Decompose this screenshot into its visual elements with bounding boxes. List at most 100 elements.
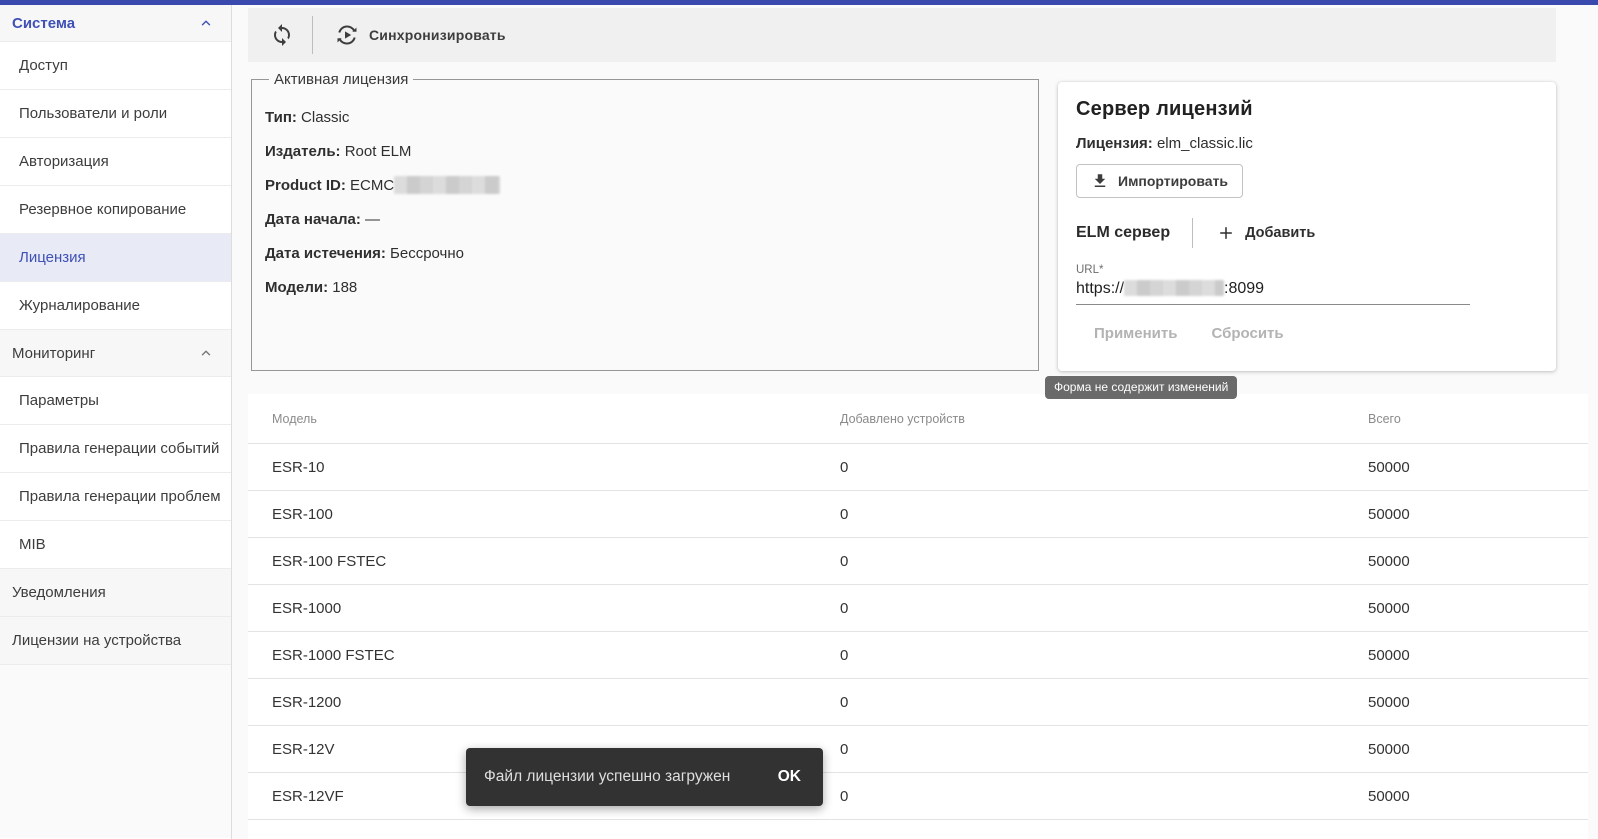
cell-model: ESR-1200: [248, 694, 840, 711]
sidebar-item-label: MIB: [19, 536, 46, 553]
url-input-label: URL*: [1076, 264, 1470, 276]
snackbar-message: Файл лицензии успешно загружен: [484, 768, 730, 786]
sidebar-item-notifications[interactable]: Уведомления: [0, 569, 231, 617]
redacted-product-id: [394, 176, 500, 194]
license-server-card: Сервер лицензий Лицензия: elm_classic.li…: [1058, 82, 1556, 371]
toolbar-divider: [312, 16, 313, 54]
cell-total: 50000: [1368, 741, 1588, 758]
synchronize-label: Синхронизировать: [369, 27, 506, 43]
synchronize-button[interactable]: Синхронизировать: [335, 23, 506, 47]
table-row: ESR-10 0 50000: [248, 444, 1588, 491]
cell-added: 0: [840, 647, 1368, 664]
sync-play-icon: [335, 23, 359, 47]
license-field-publisher: Издатель: Root ELM: [265, 142, 1038, 162]
cell-added: 0: [840, 741, 1368, 758]
cell-total: 50000: [1368, 600, 1588, 617]
sidebar-item-label: Резервное копирование: [19, 201, 186, 218]
table-row: ESR-100 0 50000: [248, 491, 1588, 538]
import-button[interactable]: Импортировать: [1076, 164, 1243, 198]
sidebar-item-label: Уведомления: [12, 584, 106, 601]
sidebar-group-label: Система: [12, 15, 75, 32]
cell-model: ESR-1000: [248, 600, 840, 617]
cell-total: 50000: [1368, 553, 1588, 570]
apply-button[interactable]: Применить: [1086, 319, 1185, 348]
sidebar-item-label: Пользователи и роли: [19, 105, 167, 122]
refresh-icon: [270, 23, 294, 47]
table-row: ESR-100 FSTEC 0 50000: [248, 538, 1588, 585]
elm-divider: [1192, 218, 1193, 248]
license-field-product-id: Product ID: ECMC: [265, 176, 1038, 196]
sidebar-item-access[interactable]: Доступ: [0, 42, 231, 90]
snackbar: Файл лицензии успешно загружен OK: [466, 748, 823, 806]
sidebar-group-monitoring[interactable]: Мониторинг: [0, 330, 231, 377]
cell-model: ESR-100: [248, 506, 840, 523]
table-row: ESR-1000 FSTEC 0 50000: [248, 632, 1588, 679]
sidebar-item-label: Доступ: [19, 57, 68, 74]
active-license-panel: Активная лицензия Тип: Classic Издатель:…: [251, 71, 1039, 371]
elm-server-row: ELM сервер Добавить: [1076, 218, 1538, 248]
snackbar-ok-button[interactable]: OK: [776, 764, 803, 790]
sidebar-item-label: Правила генерации событий: [19, 440, 219, 457]
url-input-value: https://:8099: [1076, 280, 1470, 298]
license-field-models: Модели: 188: [265, 278, 1038, 298]
sidebar-filler: [0, 665, 231, 838]
redacted-url-host: [1124, 280, 1224, 296]
table-header-row: Модель Добавлено устройств Всего: [248, 394, 1588, 444]
sidebar-item-label: Авторизация: [19, 153, 109, 170]
column-header-model: Модель: [248, 412, 840, 426]
form-tooltip: Форма не содержит изменений: [1045, 376, 1237, 399]
license-field-expiry-date: Дата истечения: Бессрочно: [265, 244, 1038, 264]
sidebar-item-users-roles[interactable]: Пользователи и роли: [0, 90, 231, 138]
import-button-label: Импортировать: [1118, 173, 1228, 189]
toolbar: Синхронизировать: [248, 8, 1556, 62]
sidebar-item-logging[interactable]: Журналирование: [0, 282, 231, 330]
add-server-button[interactable]: Добавить: [1217, 224, 1315, 242]
sidebar-item-label: Параметры: [19, 392, 99, 409]
column-header-added: Добавлено устройств: [840, 412, 1368, 426]
sidebar-group-system[interactable]: Система: [0, 5, 231, 42]
sidebar-item-authorization[interactable]: Авторизация: [0, 138, 231, 186]
models-table: Модель Добавлено устройств Всего ESR-10 …: [248, 394, 1588, 839]
url-input[interactable]: URL* https://:8099: [1076, 264, 1470, 305]
form-actions: Применить Сбросить: [1086, 319, 1538, 348]
license-server-title: Сервер лицензий: [1076, 98, 1538, 121]
add-button-label: Добавить: [1245, 225, 1315, 241]
active-license-legend: Активная лицензия: [269, 71, 413, 88]
sidebar-item-label: Журналирование: [19, 297, 140, 314]
cell-model: ESR-10: [248, 459, 840, 476]
reset-button[interactable]: Сбросить: [1203, 319, 1291, 348]
download-icon: [1091, 172, 1109, 190]
sidebar-item-parameters[interactable]: Параметры: [0, 377, 231, 425]
cell-model: ESR-1000 FSTEC: [248, 647, 840, 664]
cell-model: ESR-100 FSTEC: [248, 553, 840, 570]
sidebar-item-problem-rules[interactable]: Правила генерации проблем: [0, 473, 231, 521]
table-row-partial: [248, 820, 1588, 839]
top-accent-bar: [0, 0, 1598, 5]
cell-added: 0: [840, 506, 1368, 523]
sidebar-item-label: Лицензия: [19, 249, 86, 266]
sidebar-item-mib[interactable]: MIB: [0, 521, 231, 569]
sidebar-item-device-licenses[interactable]: Лицензии на устройства: [0, 617, 231, 665]
sidebar-item-backup[interactable]: Резервное копирование: [0, 186, 231, 234]
cell-added: 0: [840, 694, 1368, 711]
sidebar: Система Доступ Пользователи и роли Автор…: [0, 5, 232, 839]
cell-added: 0: [840, 459, 1368, 476]
chevron-up-icon: [199, 16, 213, 30]
cell-added: 0: [840, 788, 1368, 805]
cell-total: 50000: [1368, 459, 1588, 476]
table-row: ESR-1200 0 50000: [248, 679, 1588, 726]
license-field-type: Тип: Classic: [265, 108, 1038, 128]
column-header-total: Всего: [1368, 412, 1588, 426]
sidebar-item-label: Лицензии на устройства: [12, 632, 181, 649]
sidebar-item-license[interactable]: Лицензия: [0, 234, 231, 282]
refresh-button[interactable]: [270, 23, 294, 47]
cell-total: 50000: [1368, 694, 1588, 711]
cell-added: 0: [840, 553, 1368, 570]
sidebar-item-label: Правила генерации проблем: [19, 488, 221, 505]
plus-icon: [1217, 224, 1235, 242]
table-row: ESR-12V 0 50000: [248, 726, 1588, 773]
cell-added: 0: [840, 600, 1368, 617]
chevron-up-icon: [199, 346, 213, 360]
sidebar-item-event-rules[interactable]: Правила генерации событий: [0, 425, 231, 473]
sidebar-group-label: Мониторинг: [12, 345, 95, 362]
